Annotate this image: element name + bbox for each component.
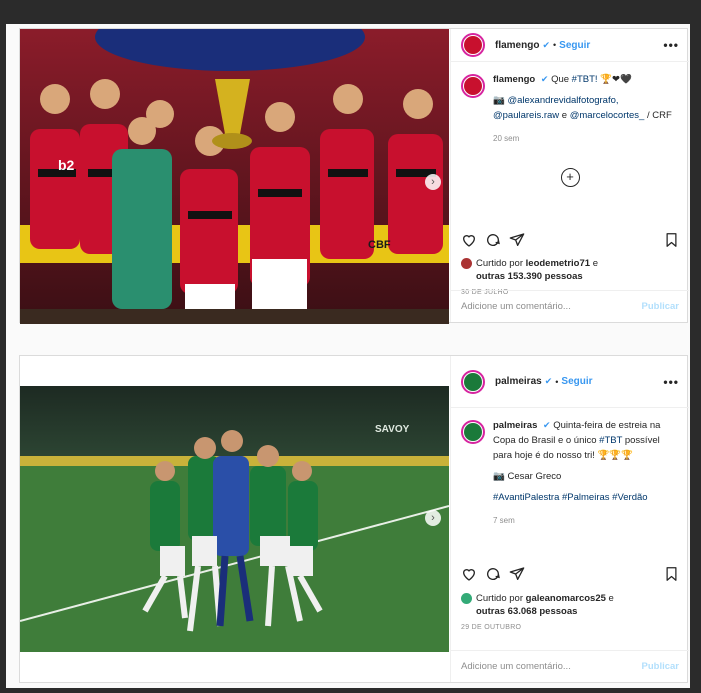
comment-input[interactable]: Adicione um comentário... — [461, 661, 571, 672]
stand-label: SAVOY — [375, 424, 410, 435]
verified-icon: ✔ — [540, 74, 549, 84]
verified-icon: ✔ — [544, 376, 553, 386]
comment-icon[interactable] — [485, 566, 501, 582]
share-icon[interactable] — [509, 566, 525, 582]
liked-by-and: e — [592, 258, 598, 269]
camera-icon: 📷 — [493, 95, 505, 106]
comment-input[interactable]: Adicione um comentário... — [461, 301, 571, 312]
celebration-photo — [20, 29, 449, 324]
more-options-icon[interactable]: ••• — [663, 38, 679, 52]
post-palmeiras: SAVOY › palmeiras ✔ • Seguir ••• palmeir… — [19, 355, 689, 683]
plus-icon[interactable]: + — [560, 168, 580, 187]
banner-label: CBF — [368, 239, 391, 251]
credit-and: e — [561, 110, 568, 121]
avatar[interactable] — [461, 369, 485, 394]
caption-hashtag[interactable]: #TBT — [599, 435, 622, 446]
chevron-right-icon[interactable]: › — [425, 174, 441, 190]
liked-by-user[interactable]: leodemetrio71 — [526, 258, 590, 269]
post-age: 7 sem — [493, 516, 515, 525]
caption-hashtag[interactable]: #TBT! — [572, 74, 598, 85]
more-options-icon[interactable]: ••• — [663, 375, 679, 389]
caption-hashtags[interactable]: #AvantiPalestra #Palmeiras #Verdão — [493, 490, 679, 505]
share-icon[interactable] — [509, 232, 525, 248]
heart-icon[interactable] — [461, 566, 477, 582]
credit-link[interactable]: @alexandrevidalfotografo, — [507, 95, 618, 106]
bookmark-icon[interactable] — [664, 566, 679, 582]
liked-by-prefix: Curtido por — [476, 593, 523, 604]
credit-link[interactable]: @paulareis.raw — [493, 110, 559, 121]
liker-avatar[interactable] — [461, 593, 472, 604]
separator-dot: • — [555, 376, 559, 387]
liked-by: Curtido por leodemetrio71 e outras 153.3… — [461, 257, 681, 283]
caption-emojis: 🏆❤🖤 — [600, 74, 632, 85]
comment-icon[interactable] — [485, 232, 501, 248]
bottom-frame — [0, 688, 701, 693]
sponsor-label: b2 — [58, 157, 75, 173]
caption-text: Que — [551, 74, 570, 85]
comment-box[interactable]: Adicione um comentário... Publicar — [451, 650, 689, 682]
follow-button[interactable]: Seguir — [561, 376, 592, 387]
liked-by-others[interactable]: outras 63.068 pessoas — [476, 606, 577, 617]
post-date[interactable]: 29 DE OUTUBRO — [461, 624, 521, 631]
credit-link[interactable]: @marcelocortes_ — [570, 110, 645, 121]
post-header: flamengo ✔ • Seguir ••• — [451, 29, 689, 62]
post-photo[interactable]: b2 CBF › — [20, 29, 449, 324]
caption-username[interactable]: flamengo — [493, 74, 535, 85]
liked-by-and: e — [608, 593, 614, 604]
action-bar — [451, 561, 689, 587]
camera-icon: 📷 — [493, 471, 505, 482]
credit-tail: / CRF — [646, 110, 672, 121]
post-sidebar: flamengo ✔ • Seguir ••• flamengo ✔ Que #… — [450, 29, 689, 322]
heart-icon[interactable] — [461, 232, 477, 248]
publish-button[interactable]: Publicar — [642, 661, 680, 672]
action-bar — [451, 227, 689, 253]
verified-icon: ✔ — [543, 420, 551, 430]
caption-emojis: 🏆🏆🏆 — [597, 450, 634, 461]
post-age: 20 sem — [493, 134, 520, 143]
avatar[interactable] — [461, 420, 485, 444]
separator-dot: • — [553, 40, 557, 50]
avatar[interactable] — [461, 33, 485, 57]
comment-box[interactable]: Adicione um comentário... Publicar — [451, 290, 689, 322]
follow-button[interactable]: Seguir — [559, 40, 590, 51]
post-flamengo: b2 CBF › flamengo ✔ • Seguir ••• flameng… — [19, 28, 689, 324]
liked-by: Curtido por galeanomarcos25 e outras 63.… — [461, 592, 681, 618]
liked-by-user[interactable]: galeanomarcos25 — [526, 593, 606, 604]
browser-top-bar — [0, 0, 701, 24]
username[interactable]: palmeiras — [495, 376, 542, 387]
post-sidebar: palmeiras ✔ • Seguir ••• palmeiras ✔ Qui… — [450, 356, 689, 682]
liker-avatar[interactable] — [461, 258, 472, 269]
post-photo[interactable]: SAVOY › — [20, 386, 449, 652]
verified-icon: ✔ — [542, 39, 550, 50]
liked-by-others[interactable]: outras 153.390 pessoas — [476, 271, 583, 282]
caption: flamengo ✔ Que #TBT! 🏆❤🖤 📷 @alexandrevid… — [451, 62, 689, 156]
credit-name: Cesar Greco — [507, 471, 562, 482]
avatar[interactable] — [461, 74, 485, 98]
liked-by-prefix: Curtido por — [476, 258, 523, 269]
right-frame — [690, 24, 701, 693]
post-header: palmeiras ✔ • Seguir ••• — [451, 356, 689, 408]
chevron-right-icon[interactable]: › — [425, 510, 441, 526]
publish-button[interactable]: Publicar — [642, 301, 680, 312]
caption: palmeiras ✔ Quinta-feira de estreia na C… — [451, 408, 689, 538]
caption-username[interactable]: palmeiras — [493, 420, 537, 431]
bookmark-icon[interactable] — [664, 232, 679, 248]
username[interactable]: flamengo — [495, 40, 539, 51]
